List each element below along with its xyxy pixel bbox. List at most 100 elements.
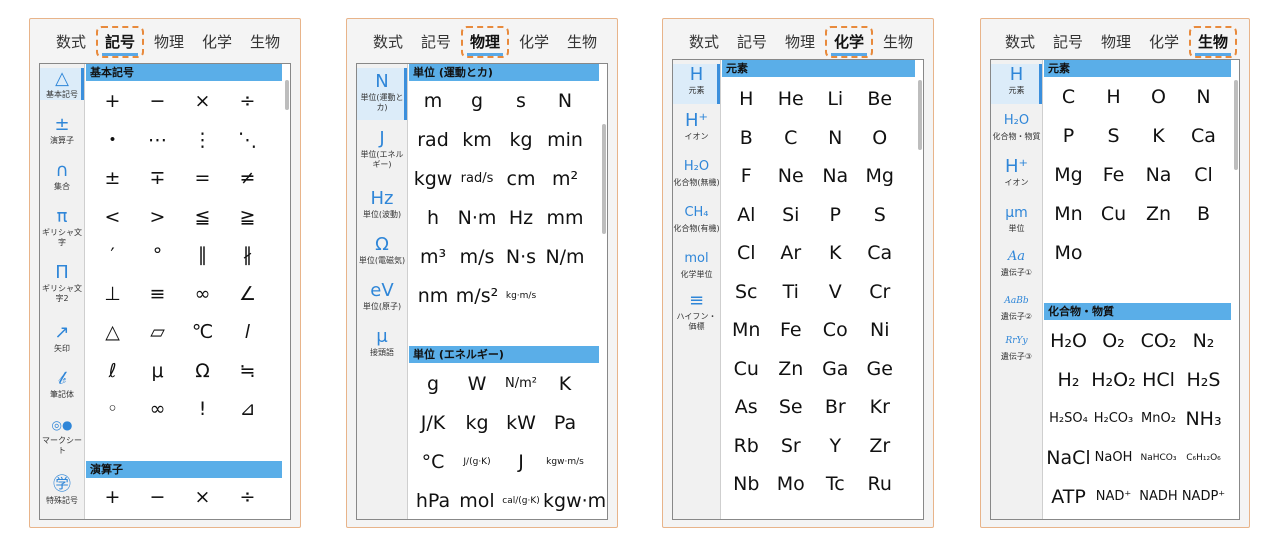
symbol-key[interactable]: ∥ — [180, 238, 225, 272]
symbol-key[interactable]: ∞ — [135, 392, 180, 426]
symbol-key[interactable]: Sc — [724, 275, 769, 309]
symbol-key[interactable]: P — [813, 198, 858, 232]
symbol-key[interactable]: C — [1046, 80, 1091, 114]
category-unit-wave[interactable]: Hz 単位(波動) — [357, 188, 407, 220]
symbol-key[interactable]: Ni — [858, 313, 903, 347]
symbol-key[interactable]: Mo — [1046, 236, 1091, 270]
symbol-key[interactable]: kgw·m/s — [543, 445, 587, 479]
symbol-key[interactable]: Si — [769, 198, 814, 232]
symbol-key[interactable]: Zn — [769, 352, 814, 386]
symbol-key[interactable]: Fe — [1091, 158, 1136, 192]
symbol-key[interactable]: NaOH — [1091, 441, 1136, 475]
symbol-key[interactable]: Fe — [769, 313, 814, 347]
symbol-key[interactable]: ∓ — [135, 161, 180, 195]
category-mark-sheet[interactable]: ◎● マークシート — [40, 414, 84, 456]
symbol-key[interactable]: Zr — [858, 429, 903, 463]
symbol-key[interactable]: H — [1091, 80, 1136, 114]
symbol-key[interactable]: F — [724, 159, 769, 193]
category-basic-symbols[interactable]: △ 基本記号 — [40, 68, 84, 100]
symbol-key[interactable]: Pa — [543, 406, 587, 440]
category-prefix[interactable]: μ 接頭語 — [357, 326, 407, 358]
symbol-key[interactable]: MnO₂ — [1136, 402, 1181, 436]
scrollbar[interactable] — [918, 80, 922, 150]
symbol-key[interactable]: ′ — [90, 238, 135, 272]
symbol-key[interactable]: N — [543, 84, 587, 118]
symbol-key[interactable]: + — [90, 84, 135, 118]
symbol-key[interactable]: cm — [499, 162, 543, 196]
symbol-key[interactable]: Al — [724, 198, 769, 232]
scrollbar[interactable] — [602, 124, 606, 234]
category-organic[interactable]: CH₄ 化合物(有機) — [673, 202, 720, 234]
symbol-key[interactable]: Li — [813, 82, 858, 116]
symbol-key[interactable]: ∞ — [180, 277, 225, 311]
symbol-key[interactable]: H₂CO₃ — [1091, 402, 1136, 436]
symbol-key[interactable]: kgw — [411, 162, 455, 196]
category-units[interactable]: μm 単位 — [991, 202, 1042, 234]
symbol-key[interactable]: He — [769, 82, 814, 116]
symbol-key[interactable]: kg — [455, 406, 499, 440]
symbol-key[interactable]: ▱ — [135, 315, 180, 349]
symbol-key[interactable]: J/K — [411, 406, 455, 440]
symbol-key[interactable]: K — [543, 367, 587, 401]
symbol-key[interactable]: B — [1181, 197, 1226, 231]
symbol-key[interactable]: rad — [411, 123, 455, 157]
symbol-key[interactable]: O — [1136, 80, 1181, 114]
symbol-key[interactable]: NADH — [1136, 480, 1181, 514]
symbol-key[interactable]: Mg — [858, 159, 903, 193]
category-chem-units[interactable]: mol 化学単位 — [673, 248, 720, 280]
symbol-key[interactable]: × — [180, 84, 225, 118]
tab-symbols[interactable]: 記号 — [417, 27, 455, 57]
symbol-key[interactable]: N₂ — [1181, 324, 1226, 358]
tab-symbols[interactable]: 記号 — [1049, 27, 1087, 57]
tab-physics[interactable]: 物理 — [150, 27, 188, 57]
category-compounds[interactable]: H₂O 化合物・物質 — [991, 110, 1042, 142]
symbol-key[interactable]: Ar — [769, 236, 814, 270]
symbol-key[interactable]: Mo — [769, 467, 814, 501]
symbol-key[interactable]: Hz — [499, 201, 543, 235]
symbol-key[interactable]: Ne — [769, 159, 814, 193]
symbol-key[interactable]: Kr — [858, 390, 903, 424]
symbol-key[interactable]: ° — [135, 238, 180, 272]
symbol-key[interactable]: ≡ — [135, 277, 180, 311]
tab-math[interactable]: 数式 — [1001, 27, 1039, 57]
tab-chemistry[interactable]: 化学 — [825, 26, 873, 58]
symbol-key[interactable]: mol — [455, 484, 499, 518]
symbol-key[interactable]: − — [135, 480, 180, 514]
symbol-key[interactable]: nm — [411, 279, 455, 313]
category-elements[interactable]: H 元素 — [673, 64, 720, 104]
symbol-key[interactable]: H₂O₂ — [1091, 363, 1136, 397]
tab-physics[interactable]: 物理 — [781, 27, 819, 57]
category-hyphen-bond[interactable]: ≡ ハイフン・価標 — [673, 290, 720, 332]
symbol-key[interactable]: O₂ — [1091, 324, 1136, 358]
tab-chemistry[interactable]: 化学 — [515, 27, 553, 57]
symbol-key[interactable]: Zn — [1136, 197, 1181, 231]
symbol-key[interactable]: Cu — [1091, 197, 1136, 231]
symbol-key[interactable]: km — [455, 123, 499, 157]
symbol-key[interactable]: Se — [769, 390, 814, 424]
symbol-key[interactable]: ± — [90, 161, 135, 195]
symbol-key[interactable]: Co — [813, 313, 858, 347]
tab-chemistry[interactable]: 化学 — [198, 27, 236, 57]
symbol-key[interactable]: K — [813, 236, 858, 270]
symbol-key[interactable]: m² — [543, 162, 587, 196]
tab-biology[interactable]: 生物 — [879, 27, 917, 57]
symbol-key[interactable]: ! — [180, 392, 225, 426]
category-greek[interactable]: π ギリシャ文字 — [40, 206, 84, 248]
symbol-key[interactable]: P — [1046, 119, 1091, 153]
symbol-key[interactable]: NADP⁺ — [1181, 480, 1226, 514]
category-ions[interactable]: H⁺ イオン — [673, 110, 720, 142]
symbol-key[interactable]: 𝑙 — [225, 315, 270, 349]
category-unit-motion[interactable]: N 単位(運動とカ) — [357, 68, 407, 120]
symbol-key[interactable]: H — [724, 82, 769, 116]
tab-symbols[interactable]: 記号 — [96, 26, 144, 58]
symbol-key[interactable]: Br — [813, 390, 858, 424]
symbol-key[interactable]: m/s² — [455, 279, 499, 313]
symbol-key[interactable]: Mg — [1046, 158, 1091, 192]
symbol-key[interactable]: O — [858, 121, 903, 155]
symbol-key[interactable]: g — [455, 84, 499, 118]
symbol-key[interactable]: N — [813, 121, 858, 155]
symbol-key[interactable]: H₂S — [1181, 363, 1226, 397]
symbol-key[interactable]: ⋱ — [225, 123, 270, 157]
symbol-key[interactable]: h — [411, 201, 455, 235]
tab-physics[interactable]: 物理 — [1097, 27, 1135, 57]
